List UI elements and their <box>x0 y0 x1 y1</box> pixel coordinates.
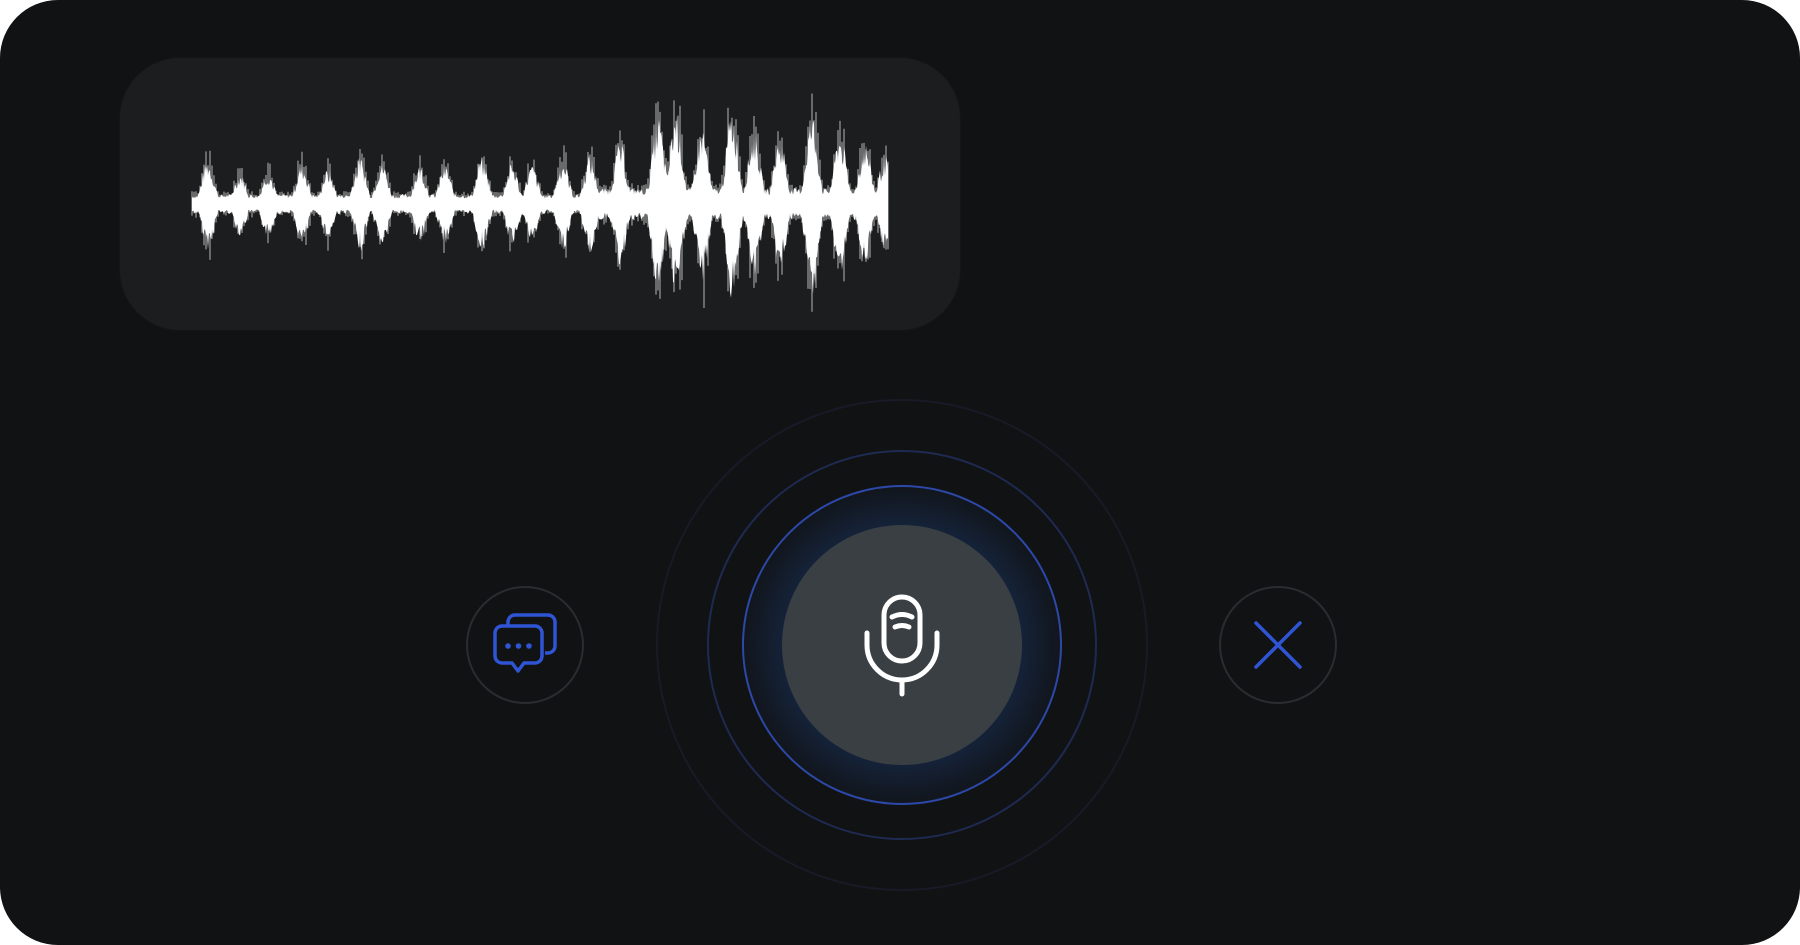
chat-bubbles-icon <box>491 612 559 678</box>
chat-button[interactable] <box>466 586 584 704</box>
voice-assistant-window <box>0 0 1800 945</box>
audio-waveform <box>191 93 889 312</box>
close-button[interactable] <box>1219 586 1337 704</box>
close-icon <box>1252 619 1304 671</box>
microphone-button[interactable] <box>782 525 1022 765</box>
audio-waveform-card <box>120 58 960 330</box>
microphone-icon <box>862 593 942 697</box>
